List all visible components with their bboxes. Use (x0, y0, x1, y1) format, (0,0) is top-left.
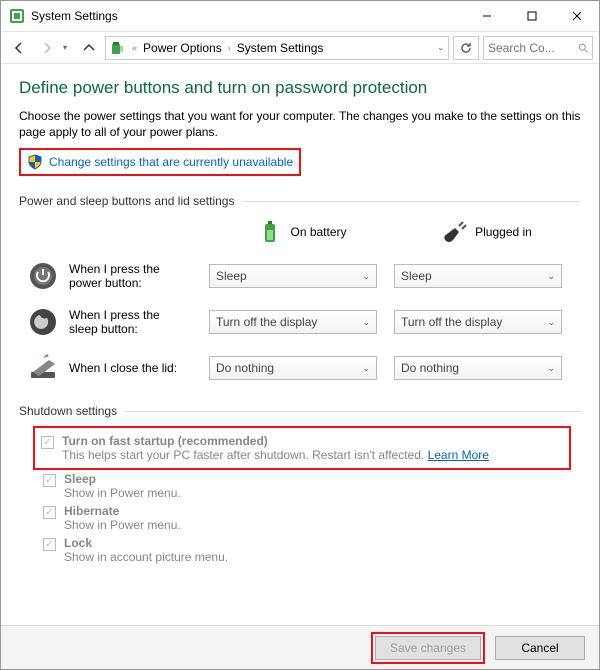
navbar: ▾ « Power Options › System Settings ⌄ (1, 31, 599, 64)
cancel-button[interactable]: Cancel (495, 636, 585, 660)
chevron-right-icon: › (226, 43, 233, 53)
row-sleep-label: When I press the sleep button: (69, 308, 189, 337)
column-battery: On battery (209, 218, 394, 246)
lock-checkbox[interactable]: ✓ (43, 538, 56, 551)
chevron-down-icon[interactable]: ⌄ (437, 43, 444, 52)
row-lid-label: When I close the lid: (69, 361, 189, 375)
content-area: Define power buttons and turn on passwor… (1, 64, 599, 566)
breadcrumb-l2[interactable]: System Settings (237, 41, 324, 55)
shutdown-lock-desc: Show in account picture menu. (64, 550, 581, 564)
lid-battery-dropdown[interactable]: Do nothing⌄ (209, 356, 377, 380)
admin-link[interactable]: Change settings that are currently unava… (49, 155, 293, 169)
power-battery-dropdown[interactable]: Sleep⌄ (209, 264, 377, 288)
refresh-button[interactable] (453, 36, 479, 60)
shutdown-hibernate-title: Hibernate (64, 504, 581, 518)
address-bar[interactable]: « Power Options › System Settings ⌄ (105, 36, 449, 60)
back-button[interactable] (7, 36, 31, 60)
chevron-down-icon: ⌄ (362, 317, 370, 328)
search-input[interactable] (488, 41, 574, 55)
fast-startup-title: Turn on fast startup (recommended) (62, 434, 563, 448)
page-heading: Define power buttons and turn on passwor… (19, 78, 581, 98)
shutdown-lock-title: Lock (64, 536, 581, 550)
fast-startup-desc: This helps start your PC faster after sh… (62, 448, 563, 462)
history-dropdown-icon[interactable]: ▾ (63, 43, 73, 52)
row-power-label: When I press the power button: (69, 262, 189, 291)
minimize-button[interactable] (464, 1, 509, 31)
save-button[interactable]: Save changes (375, 636, 481, 660)
battery-icon (256, 218, 284, 246)
chevron-down-icon: ⌄ (362, 363, 370, 374)
close-button[interactable] (554, 1, 599, 31)
breadcrumb-sep-icon: « (130, 43, 139, 53)
intro-paragraph: Choose the power settings that you want … (19, 108, 581, 140)
forward-button[interactable] (35, 36, 59, 60)
chevron-down-icon: ⌄ (547, 317, 555, 328)
hibernate-checkbox[interactable]: ✓ (43, 506, 56, 519)
lid-icon (27, 352, 59, 384)
fast-startup-checkbox[interactable]: ✓ (41, 436, 54, 449)
power-button-icon (27, 260, 59, 292)
column-plugged: Plugged in (394, 218, 579, 246)
sleep-plugged-dropdown[interactable]: Turn off the display⌄ (394, 310, 562, 334)
chevron-down-icon: ⌄ (362, 271, 370, 282)
lid-plugged-dropdown[interactable]: Do nothing⌄ (394, 356, 562, 380)
section-power-sleep: Power and sleep buttons and lid settings (19, 194, 581, 208)
power-plugged-dropdown[interactable]: Sleep⌄ (394, 264, 562, 288)
learn-more-link[interactable]: Learn More (428, 448, 489, 462)
search-box[interactable] (483, 36, 593, 60)
control-panel-icon (9, 8, 25, 24)
sleep-battery-dropdown[interactable]: Turn off the display⌄ (209, 310, 377, 334)
chevron-down-icon: ⌄ (547, 363, 555, 374)
chevron-down-icon: ⌄ (547, 271, 555, 282)
admin-link-highlight: Change settings that are currently unava… (19, 148, 301, 176)
titlebar: System Settings (1, 1, 599, 31)
search-icon (578, 42, 588, 54)
sleep-button-icon (27, 306, 59, 338)
power-options-icon (110, 40, 126, 56)
save-button-highlight: Save changes (371, 632, 485, 664)
uac-shield-icon (27, 154, 43, 170)
shutdown-hibernate-desc: Show in Power menu. (64, 518, 581, 532)
up-button[interactable] (77, 36, 101, 60)
sleep-checkbox[interactable]: ✓ (43, 474, 56, 487)
footer-bar: Save changes Cancel (1, 625, 599, 669)
window-title: System Settings (31, 9, 464, 23)
maximize-button[interactable] (509, 1, 554, 31)
fast-startup-highlight: ✓ Turn on fast startup (recommended) Thi… (33, 426, 571, 470)
plug-icon (441, 218, 469, 246)
shutdown-sleep-desc: Show in Power menu. (64, 486, 581, 500)
section-shutdown: Shutdown settings (19, 404, 581, 418)
shutdown-sleep-title: Sleep (64, 472, 581, 486)
breadcrumb-l1[interactable]: Power Options (143, 41, 222, 55)
